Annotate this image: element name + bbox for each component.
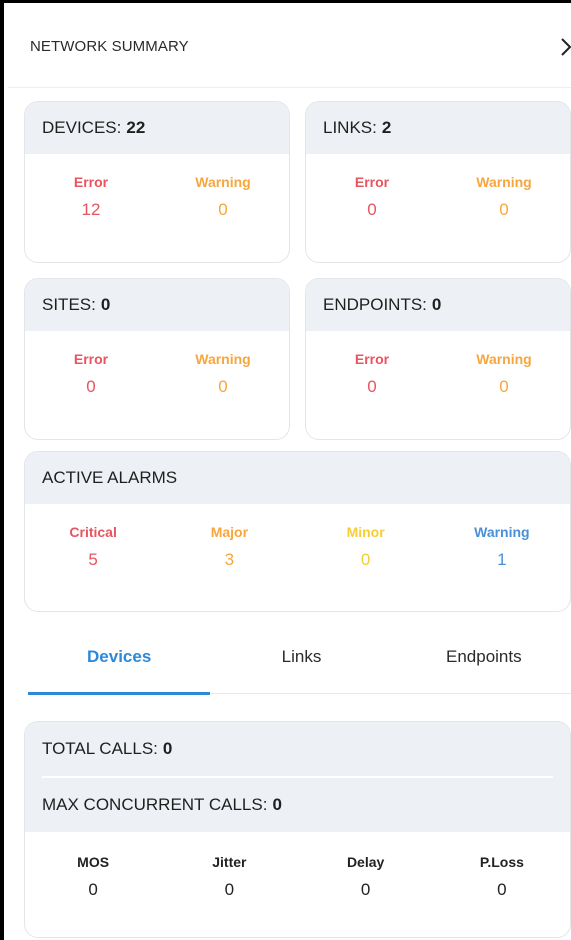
card-stats: Error 0 Warning 0 (306, 331, 570, 397)
chevron-right-icon[interactable] (559, 36, 571, 58)
endpoints-summary-card[interactable]: ENDPOINTS: 0 Error 0 Warning 0 (305, 278, 571, 440)
calls-card: TOTAL CALLS: 0 MAX CONCURRENT CALLS: 0 M… (24, 721, 571, 938)
max-concurrent-calls-value: 0 (272, 795, 282, 814)
stat-label: Error (73, 174, 109, 190)
stat-warning: Warning 0 (449, 351, 559, 397)
stat-value: 3 (224, 550, 235, 569)
total-calls-value: 0 (162, 739, 173, 758)
alarm-warning: Warning 1 (447, 524, 557, 570)
metric-delay: Delay 0 (311, 854, 421, 900)
card-header: SITES: 0 (25, 279, 289, 331)
metric-value: 0 (88, 880, 98, 899)
max-concurrent-calls-label: MAX CONCURRENT CALLS: (42, 795, 268, 814)
stat-error: Error 0 (317, 351, 427, 397)
card-count: 22 (126, 118, 146, 137)
card-stats: Error 12 Warning 0 (25, 154, 289, 220)
stat-value: 0 (360, 550, 371, 569)
active-alarms-card[interactable]: ACTIVE ALARMS Critical 5 Major 3 Minor 0… (24, 451, 571, 612)
stat-label: Warning (474, 524, 530, 540)
tab-bar: Devices Links Endpoints (28, 621, 571, 695)
alarm-stats: Critical 5 Major 3 Minor 0 Warning 1 (25, 504, 570, 570)
card-count: 0 (100, 295, 111, 314)
tab-endpoints[interactable]: Endpoints (393, 621, 571, 693)
alarm-critical: Critical 5 (38, 524, 148, 570)
stat-label: Major (210, 524, 249, 540)
alarm-major: Major 3 (174, 524, 284, 570)
stat-value: 0 (86, 377, 96, 396)
stat-value: 0 (218, 377, 228, 396)
card-title: DEVICES: (42, 118, 122, 137)
stat-label: Warning (476, 351, 532, 367)
panel-header: NETWORK SUMMARY (8, 6, 571, 88)
metric-mos: MOS 0 (38, 854, 148, 900)
metric-label: P.Loss (479, 854, 524, 870)
card-title: ACTIVE ALARMS (42, 468, 178, 487)
stat-value: 0 (499, 377, 509, 396)
devices-summary-card[interactable]: DEVICES: 22 Error 12 Warning 0 (24, 101, 290, 263)
stat-value: 1 (497, 550, 507, 569)
stat-label: Warning (195, 351, 251, 367)
tab-devices[interactable]: Devices (28, 621, 211, 695)
card-title: SITES: (42, 295, 96, 314)
stat-warning: Warning 0 (168, 174, 278, 220)
page-title: NETWORK SUMMARY (30, 38, 189, 55)
stat-warning: Warning 0 (168, 351, 278, 397)
card-title: ENDPOINTS: (323, 295, 427, 314)
card-title: LINKS: (323, 118, 377, 137)
stat-label: Error (354, 351, 390, 367)
stat-value: 0 (367, 377, 377, 396)
card-header: ACTIVE ALARMS (25, 452, 570, 504)
card-count: 0 (431, 295, 442, 314)
metric-packet-loss: P.Loss 0 (447, 854, 557, 900)
stat-error: Error 12 (36, 174, 146, 220)
links-summary-card[interactable]: LINKS: 2 Error 0 Warning 0 (305, 101, 571, 263)
stat-label: Minor (346, 524, 385, 540)
card-header: DEVICES: 22 (25, 102, 289, 154)
metric-value: 0 (224, 880, 235, 899)
metric-jitter: Jitter 0 (174, 854, 284, 900)
card-stats: Error 0 Warning 0 (25, 331, 289, 397)
alarm-minor: Minor 0 (311, 524, 421, 570)
metric-label: Delay (346, 854, 385, 870)
card-header: ENDPOINTS: 0 (306, 279, 570, 331)
tab-links[interactable]: Links (210, 621, 392, 693)
stat-error: Error 0 (317, 174, 427, 220)
stat-value: 0 (367, 200, 377, 219)
stat-label: Error (354, 174, 390, 190)
metric-label: Jitter (212, 854, 247, 870)
total-calls-row: TOTAL CALLS: 0 (42, 722, 553, 776)
card-count: 2 (381, 118, 392, 137)
stat-label: Error (73, 351, 109, 367)
stat-label: Critical (69, 524, 117, 540)
total-calls-label: TOTAL CALLS: (42, 739, 158, 758)
card-stats: Error 0 Warning 0 (306, 154, 570, 220)
card-header: LINKS: 2 (306, 102, 570, 154)
call-metrics: MOS 0 Jitter 0 Delay 0 P.Loss 0 (25, 832, 570, 900)
stat-label: Warning (195, 174, 251, 190)
sites-summary-card[interactable]: SITES: 0 Error 0 Warning 0 (24, 278, 290, 440)
max-concurrent-calls-row: MAX CONCURRENT CALLS: 0 (42, 778, 553, 832)
stat-warning: Warning 0 (449, 174, 559, 220)
stat-value: 12 (81, 200, 101, 219)
metric-value: 0 (497, 880, 507, 899)
stat-value: 0 (499, 200, 509, 219)
stat-error: Error 0 (36, 351, 146, 397)
metric-label: MOS (77, 854, 110, 870)
stat-label: Warning (476, 174, 532, 190)
network-summary-panel: NETWORK SUMMARY DEVICES: 22 Error 12 War… (0, 0, 571, 940)
calls-header: TOTAL CALLS: 0 MAX CONCURRENT CALLS: 0 (25, 722, 570, 832)
stat-value: 5 (88, 550, 98, 569)
stat-value: 0 (218, 200, 228, 219)
metric-value: 0 (360, 880, 371, 899)
